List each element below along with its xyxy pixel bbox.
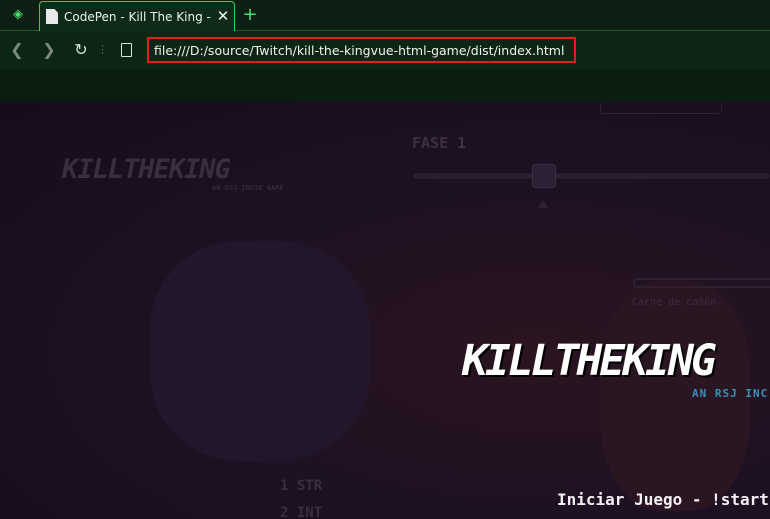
file-icon[interactable]	[121, 43, 132, 57]
phase-slider-thumb	[532, 164, 556, 188]
arrow-right-icon[interactable]: ❯	[39, 40, 59, 60]
phase-label: FASE 1	[412, 134, 467, 152]
address-bar: ❮ ❯ ↻ ⋮ file:///D:/source/Twitch/kill-th…	[0, 31, 770, 69]
tab-bar: ◈ CodePen - Kill The King - Vue ✕ +	[0, 0, 770, 32]
tab-codepen[interactable]: CodePen - Kill The King - Vue ✕	[39, 1, 235, 32]
stat-int: 2 INT	[280, 505, 323, 519]
progress-bar	[633, 278, 770, 288]
arrow-left-icon[interactable]: ❮	[7, 40, 27, 60]
background-figure	[150, 241, 370, 461]
game-logo-subtitle: AN RSJ INC	[692, 387, 769, 400]
reload-icon[interactable]: ↻	[71, 40, 91, 60]
stat-str: 1 STR	[280, 478, 323, 494]
url-field[interactable]: file:///D:/source/Twitch/kill-the-kingvu…	[147, 37, 576, 63]
close-tab-icon[interactable]: ✕	[215, 8, 231, 24]
pointer-triangle	[538, 200, 548, 208]
background-logo-subtitle: AN RSJ INDIE GAME	[212, 184, 284, 192]
background-logo: KILLTHEKING	[62, 154, 231, 185]
toolbar-strip	[0, 69, 770, 101]
game-canvas[interactable]: KILLTHEKING AN RSJ INDIE GAME FASE 1 Car…	[0, 101, 770, 519]
gamepad-icon[interactable]: ◈	[8, 7, 28, 23]
url-text: file:///D:/source/Twitch/kill-the-kingvu…	[154, 43, 565, 58]
phase-slider-track	[413, 173, 770, 179]
tab-title: CodePen - Kill The King - Vue	[64, 10, 214, 24]
game-logo: KILLTHEKING	[462, 336, 717, 386]
document-icon	[46, 9, 58, 24]
new-tab-button[interactable]: +	[240, 5, 260, 25]
progress-caption: Carne de cañón	[632, 297, 717, 308]
divider-dots: ⋮	[97, 43, 108, 56]
top-panel	[600, 103, 722, 114]
start-game-prompt[interactable]: Iniciar Juego - !start	[557, 490, 769, 509]
